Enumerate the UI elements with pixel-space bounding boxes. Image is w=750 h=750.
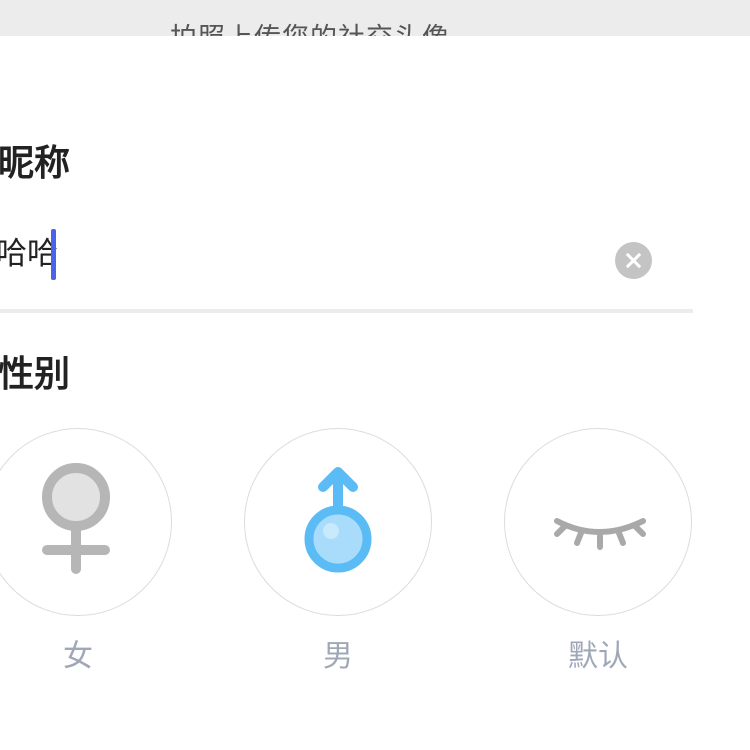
gender-option-female-label[interactable]: 女 bbox=[18, 638, 138, 676]
avatar-upload-hint: 拍照上传您的社交头像 bbox=[170, 16, 450, 36]
nickname-value: 哈哈 bbox=[0, 236, 58, 272]
avatar-upload-area[interactable]: 拍照上传您的社交头像 bbox=[0, 0, 750, 36]
closed-eye-icon bbox=[554, 518, 646, 550]
nickname-divider bbox=[0, 309, 693, 313]
gender-option-default[interactable] bbox=[504, 428, 692, 616]
female-symbol-icon bbox=[42, 463, 110, 574]
clear-icon[interactable] bbox=[615, 242, 652, 279]
gender-option-female[interactable] bbox=[0, 428, 172, 616]
gender-option-male[interactable] bbox=[244, 428, 432, 616]
nickname-label: 昵称 bbox=[0, 143, 71, 184]
nickname-input[interactable]: 哈哈 bbox=[0, 228, 696, 288]
text-caret bbox=[51, 229, 56, 280]
gender-option-default-label[interactable]: 默认 bbox=[538, 638, 658, 676]
gender-label: 性别 bbox=[0, 354, 71, 395]
male-symbol-icon bbox=[304, 467, 372, 573]
edit-profile-page: 拍照上传您的社交头像 昵称 哈哈 性别 bbox=[0, 0, 750, 750]
gender-option-male-label[interactable]: 男 bbox=[278, 638, 398, 676]
